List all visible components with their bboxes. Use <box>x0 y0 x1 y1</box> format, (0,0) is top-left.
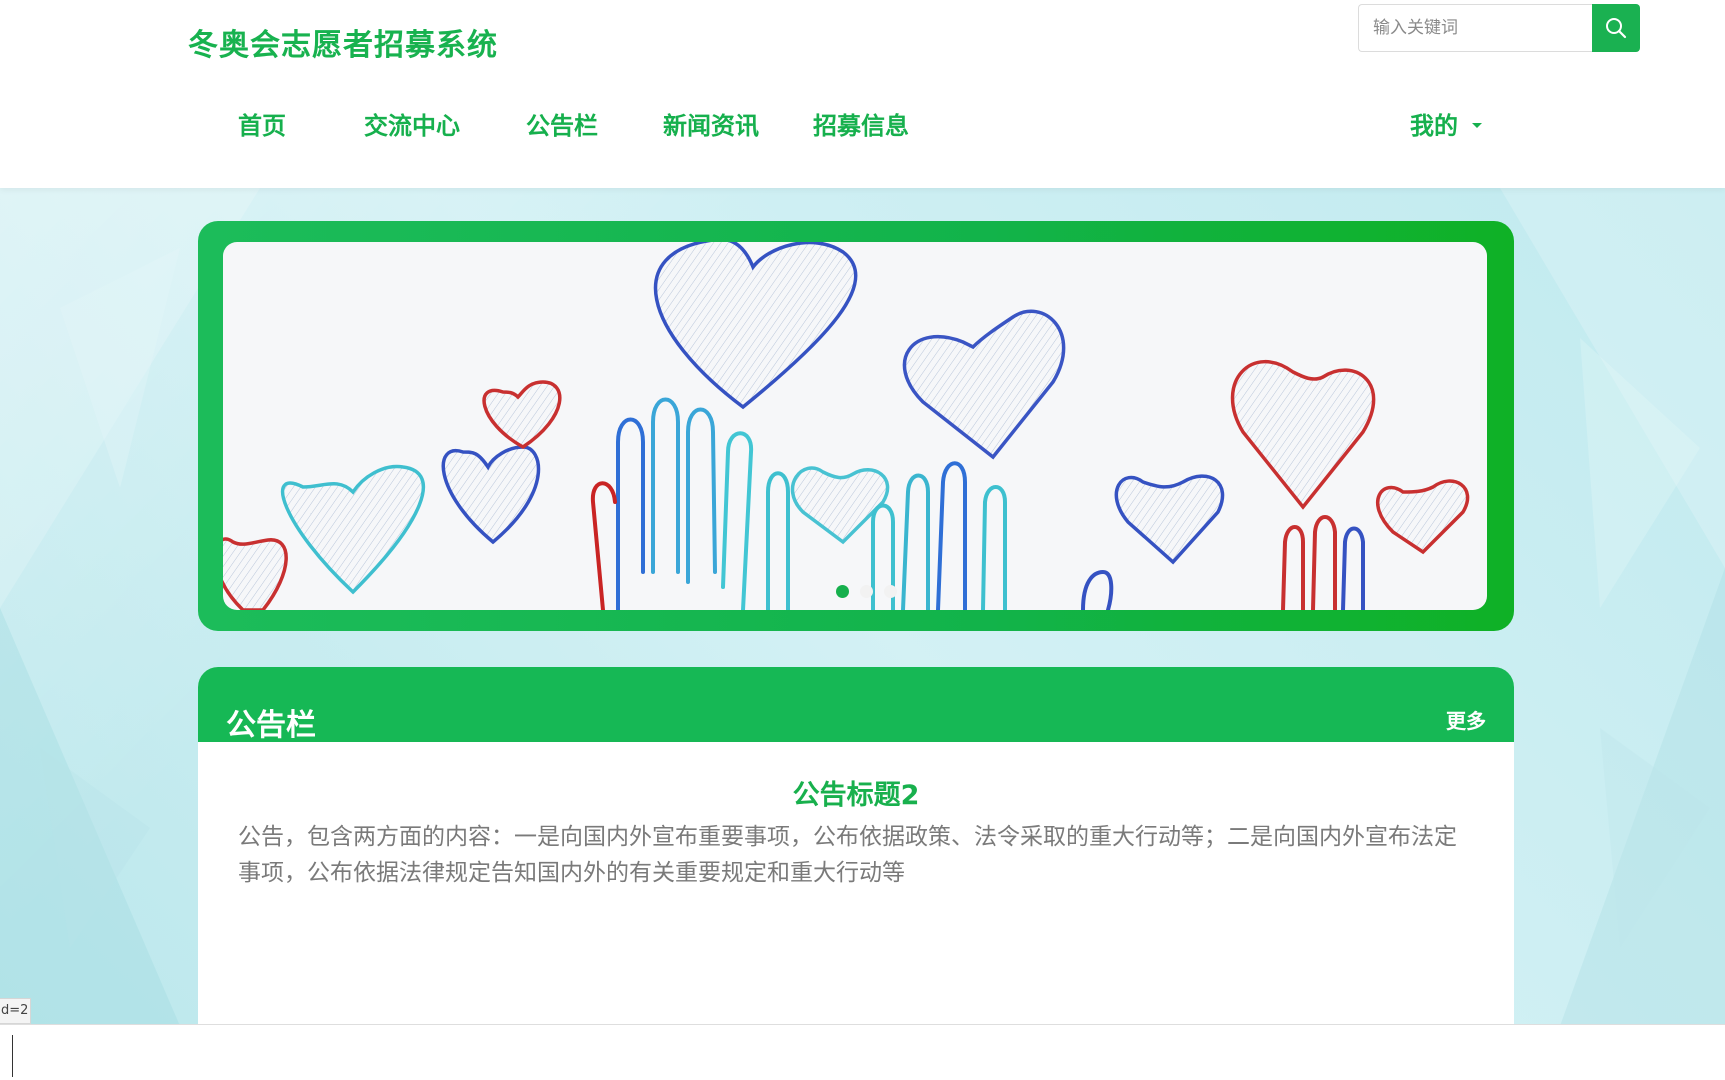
nav-item-home[interactable]: 首页 <box>238 106 286 141</box>
search-box <box>1358 4 1640 52</box>
nav-item-recruitment[interactable]: 招募信息 <box>813 106 909 141</box>
notice-board-card: 公告栏 更多 公告标题2 公告，包含两方面的内容：一是向国内外宣布重要事项，公布… <box>198 667 1514 1026</box>
nav-item-news[interactable]: 新闻资讯 <box>663 106 759 141</box>
banner-carousel[interactable] <box>198 221 1514 631</box>
notice-board-header: 公告栏 更多 <box>198 667 1514 743</box>
bottom-bar <box>0 1024 1725 1080</box>
notice-item-body: 公告，包含两方面的内容：一是向国内外宣布重要事项，公布依据政策、法令采取的重大行… <box>238 824 1457 886</box>
carousel-dot-3[interactable] <box>884 585 897 598</box>
nav-item-exchange-center[interactable]: 交流中心 <box>364 106 460 141</box>
search-icon <box>1606 18 1627 39</box>
nav-item-notice-board[interactable]: 公告栏 <box>526 106 598 141</box>
notice-board-title: 公告栏 <box>226 708 316 743</box>
banner-image <box>223 242 1487 610</box>
carousel-indicators <box>836 585 897 598</box>
chevron-down-icon <box>1472 123 1482 128</box>
status-tag: d=2 <box>0 998 31 1024</box>
hearts-hands-illustration <box>223 242 1470 610</box>
notice-more-link[interactable]: 更多 <box>1446 705 1486 734</box>
nav-item-mine-label: 我的 <box>1410 112 1458 140</box>
notice-item-title[interactable]: 公告标题2 <box>198 773 1514 812</box>
main-nav: 首页 交流中心 公告栏 新闻资讯 招募信息 我的 <box>0 100 1725 146</box>
text-cursor <box>12 1035 13 1077</box>
site-title[interactable]: 冬奥会志愿者招募系统 <box>188 20 498 64</box>
carousel-dot-2[interactable] <box>860 585 873 598</box>
search-input[interactable] <box>1358 4 1592 52</box>
carousel-dot-1[interactable] <box>836 585 849 598</box>
site-header: 冬奥会志愿者招募系统 首页 交流中心 公告栏 新闻资讯 招募信息 我的 <box>0 0 1725 188</box>
nav-item-mine-dropdown[interactable]: 我的 <box>1410 106 1482 141</box>
search-button[interactable] <box>1592 4 1640 52</box>
